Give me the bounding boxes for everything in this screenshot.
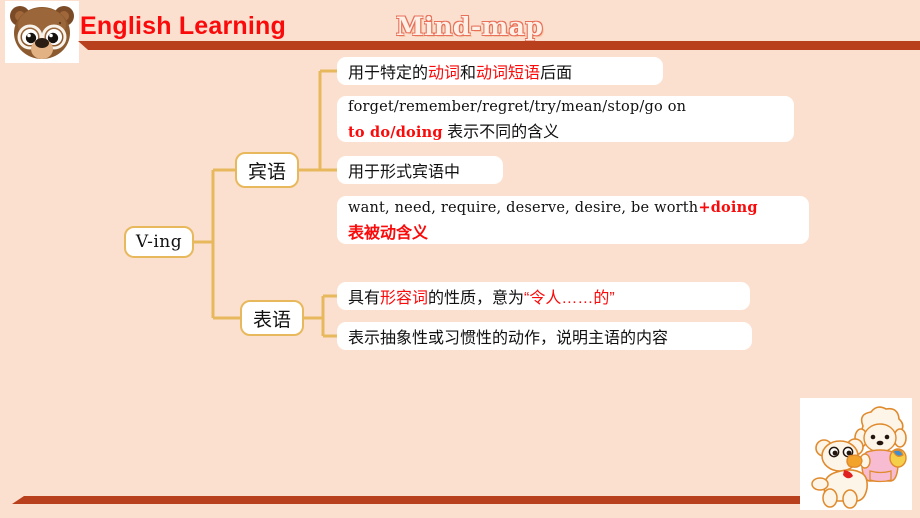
leaf-card-passive-verb-list[interactable]: want, need, require, deserve, desire, be… (337, 196, 809, 244)
mindmap-branch-predicative[interactable]: 表语 (240, 300, 304, 336)
mindmap-branch-object[interactable]: 宾语 (235, 152, 299, 188)
leaf-card-abstract-action[interactable]: 表示抽象性或习惯性的动作，说明主语的内容 (337, 322, 752, 350)
leaf-text: 和 (460, 65, 477, 82)
leaf-text-highlight: +doing (698, 198, 758, 216)
mindmap-canvas: V-ing 宾语 表语 用于特定的动词和动词短语后面 forget/rememb… (0, 0, 920, 518)
leaf-text: 用于特定的 (348, 65, 429, 82)
leaf-text: 具有 (348, 290, 381, 307)
leaf-text-highlight: 表被动含义 (348, 224, 429, 242)
leaf-text-highlight: 动词 (428, 65, 461, 82)
leaf-card-adjective-nature[interactable]: 具有形容词的性质，意为“令人……的” (337, 282, 750, 310)
leaf-card-verb-list[interactable]: forget/remember/regret/try/mean/stop/go … (337, 96, 794, 142)
leaf-text-highlight: 动词短语 (476, 65, 541, 82)
leaf-card-specific-verbs[interactable]: 用于特定的动词和动词短语后面 (337, 57, 663, 85)
mindmap-root-node[interactable]: V-ing (124, 226, 194, 258)
leaf-card-formal-object[interactable]: 用于形式宾语中 (337, 156, 503, 184)
leaf-text: 的性质，意为 (428, 290, 525, 307)
bear-and-sheep-costume-cartoon-icon (800, 398, 912, 510)
leaf-text: 表示抽象性或习惯性的动作，说明主语的内容 (348, 330, 669, 347)
leaf-text-highlight: to do/doing (348, 123, 443, 141)
leaf-text-highlight: “令人……的” (524, 290, 615, 307)
leaf-text: 表示不同的含义 (442, 123, 560, 141)
leaf-text: 用于形式宾语中 (348, 164, 461, 181)
leaf-text-highlight: 形容词 (380, 290, 429, 307)
footer-divider (12, 496, 812, 504)
leaf-text: forget/remember/regret/try/mean/stop/go … (348, 98, 687, 115)
leaf-text: 后面 (540, 65, 573, 82)
leaf-text: want, need, require, deserve, desire, be… (348, 199, 699, 216)
